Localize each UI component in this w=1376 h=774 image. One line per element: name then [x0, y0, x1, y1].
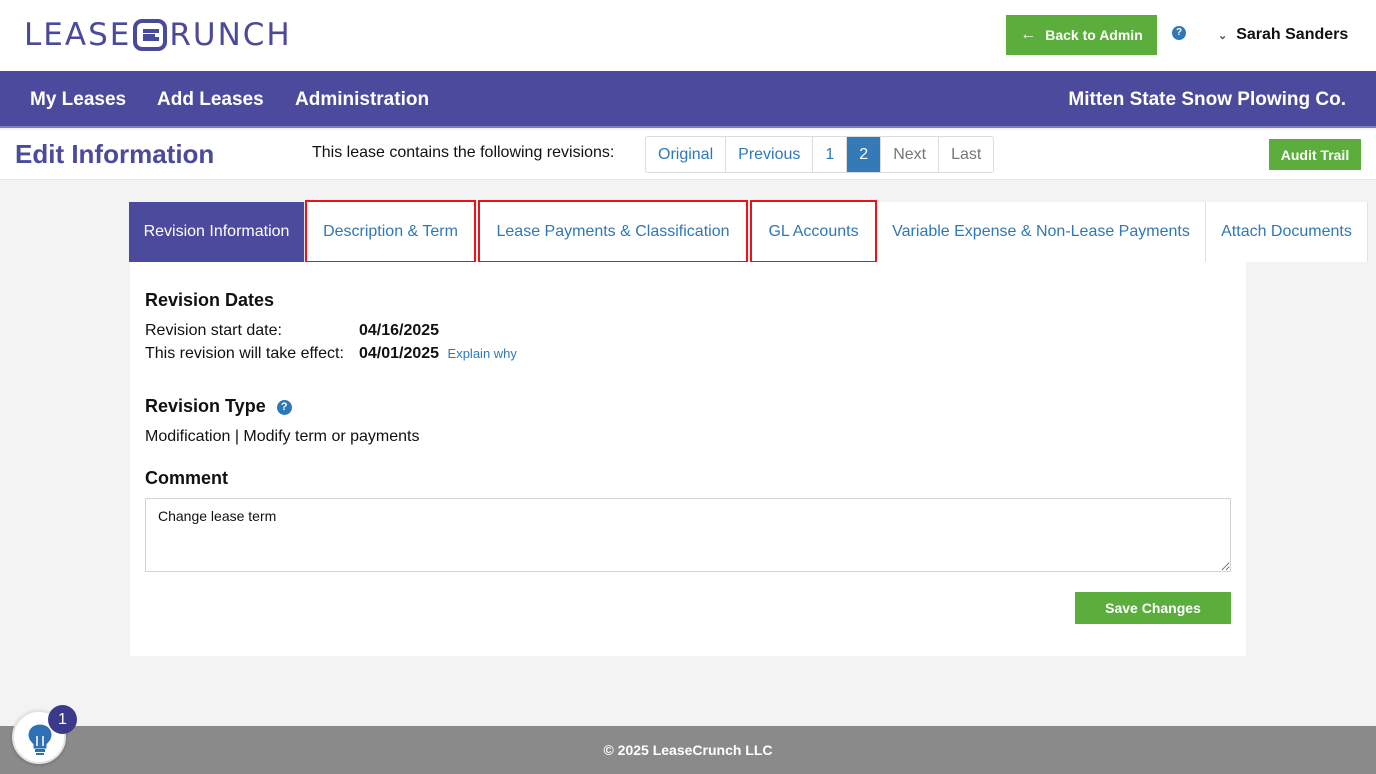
- revision-effect-wrapper: 04/01/2025 Explain why: [359, 345, 517, 363]
- pager-page-1[interactable]: 1: [813, 137, 848, 172]
- revision-start-label: Revision start date:: [145, 322, 282, 339]
- back-to-admin-label: Back to Admin: [1045, 27, 1143, 43]
- tab-attach-documents[interactable]: Attach Documents: [1206, 202, 1368, 262]
- comment-heading: Comment: [145, 468, 229, 488]
- revision-type-heading-wrapper: Revision Type ?: [145, 396, 292, 417]
- revisions-label: This lease contains the following revisi…: [312, 144, 615, 161]
- top-header: LEASE RUNCH ← Back to Admin ? ⌄ Sarah Sa…: [0, 0, 1376, 71]
- revision-information-panel: Revision Dates Revision start date: 04/1…: [130, 262, 1246, 656]
- tab-description-term[interactable]: Description & Term: [305, 200, 476, 263]
- revision-type-value: Modification | Modify term or payments: [145, 428, 420, 445]
- revision-pager: Original Previous 1 2 Next Last: [645, 136, 995, 173]
- audit-trail-button[interactable]: Audit Trail: [1269, 139, 1361, 170]
- logo-text-left: LEASE: [24, 17, 132, 53]
- company-name: Mitten State Snow Plowing Co.: [1068, 89, 1346, 110]
- footer: © 2025 LeaseCrunch LLC: [0, 726, 1376, 774]
- explain-why-link[interactable]: Explain why: [448, 346, 517, 361]
- edit-tabs: Revision Information Description & Term …: [129, 200, 1368, 263]
- revision-dates-heading: Revision Dates: [145, 290, 275, 310]
- revision-start-value: 04/16/2025: [359, 322, 440, 339]
- comment-textarea[interactable]: Change lease term: [145, 498, 1231, 572]
- notification-badge: 1: [48, 705, 77, 734]
- revision-type-heading: Revision Type: [145, 396, 266, 416]
- tab-variable-expense[interactable]: Variable Expense & Non-Lease Payments: [877, 202, 1206, 262]
- logo-text-right: RUNCH: [169, 17, 292, 53]
- save-changes-button[interactable]: Save Changes: [1075, 592, 1231, 624]
- main-nav: My Leases Add Leases Administration Mitt…: [0, 71, 1376, 128]
- help-icon[interactable]: ?: [1172, 26, 1186, 40]
- question-circle-icon[interactable]: ?: [276, 400, 292, 415]
- nav-administration[interactable]: Administration: [295, 89, 429, 111]
- revision-effect-row: This revision will take effect: 04/01/20…: [145, 345, 517, 363]
- nav-add-leases[interactable]: Add Leases: [157, 89, 264, 111]
- page-title: Edit Information: [15, 139, 215, 169]
- revision-effect-label: This revision will take effect:: [145, 345, 344, 362]
- revision-effect-value: 04/01/2025: [359, 345, 440, 362]
- chevron-down-icon: ⌄: [1218, 29, 1228, 42]
- user-menu[interactable]: ⌄ Sarah Sanders: [1218, 25, 1348, 45]
- pager-next[interactable]: Next: [881, 137, 940, 172]
- leasecrunch-logo[interactable]: LEASE RUNCH: [24, 17, 292, 53]
- logo-c-mark-icon: [133, 19, 168, 51]
- nav-my-leases[interactable]: My Leases: [30, 89, 126, 111]
- tab-revision-information[interactable]: Revision Information: [129, 202, 305, 262]
- back-to-admin-button[interactable]: ← Back to Admin: [1006, 15, 1157, 55]
- pager-last[interactable]: Last: [939, 137, 994, 172]
- pager-original[interactable]: Original: [646, 137, 727, 172]
- pager-previous[interactable]: Previous: [726, 137, 814, 172]
- user-name: Sarah Sanders: [1236, 26, 1349, 43]
- tab-gl-accounts[interactable]: GL Accounts: [750, 200, 877, 263]
- pager-page-2[interactable]: 2: [847, 137, 882, 172]
- revision-start-row: Revision start date: 04/16/2025: [145, 322, 439, 340]
- footer-copyright: © 2025 LeaseCrunch LLC: [603, 742, 773, 758]
- sub-header: Edit Information This lease contains the…: [0, 130, 1376, 180]
- tab-lease-payments-classification[interactable]: Lease Payments & Classification: [478, 200, 748, 263]
- arrow-left-icon: ←: [1020, 26, 1037, 43]
